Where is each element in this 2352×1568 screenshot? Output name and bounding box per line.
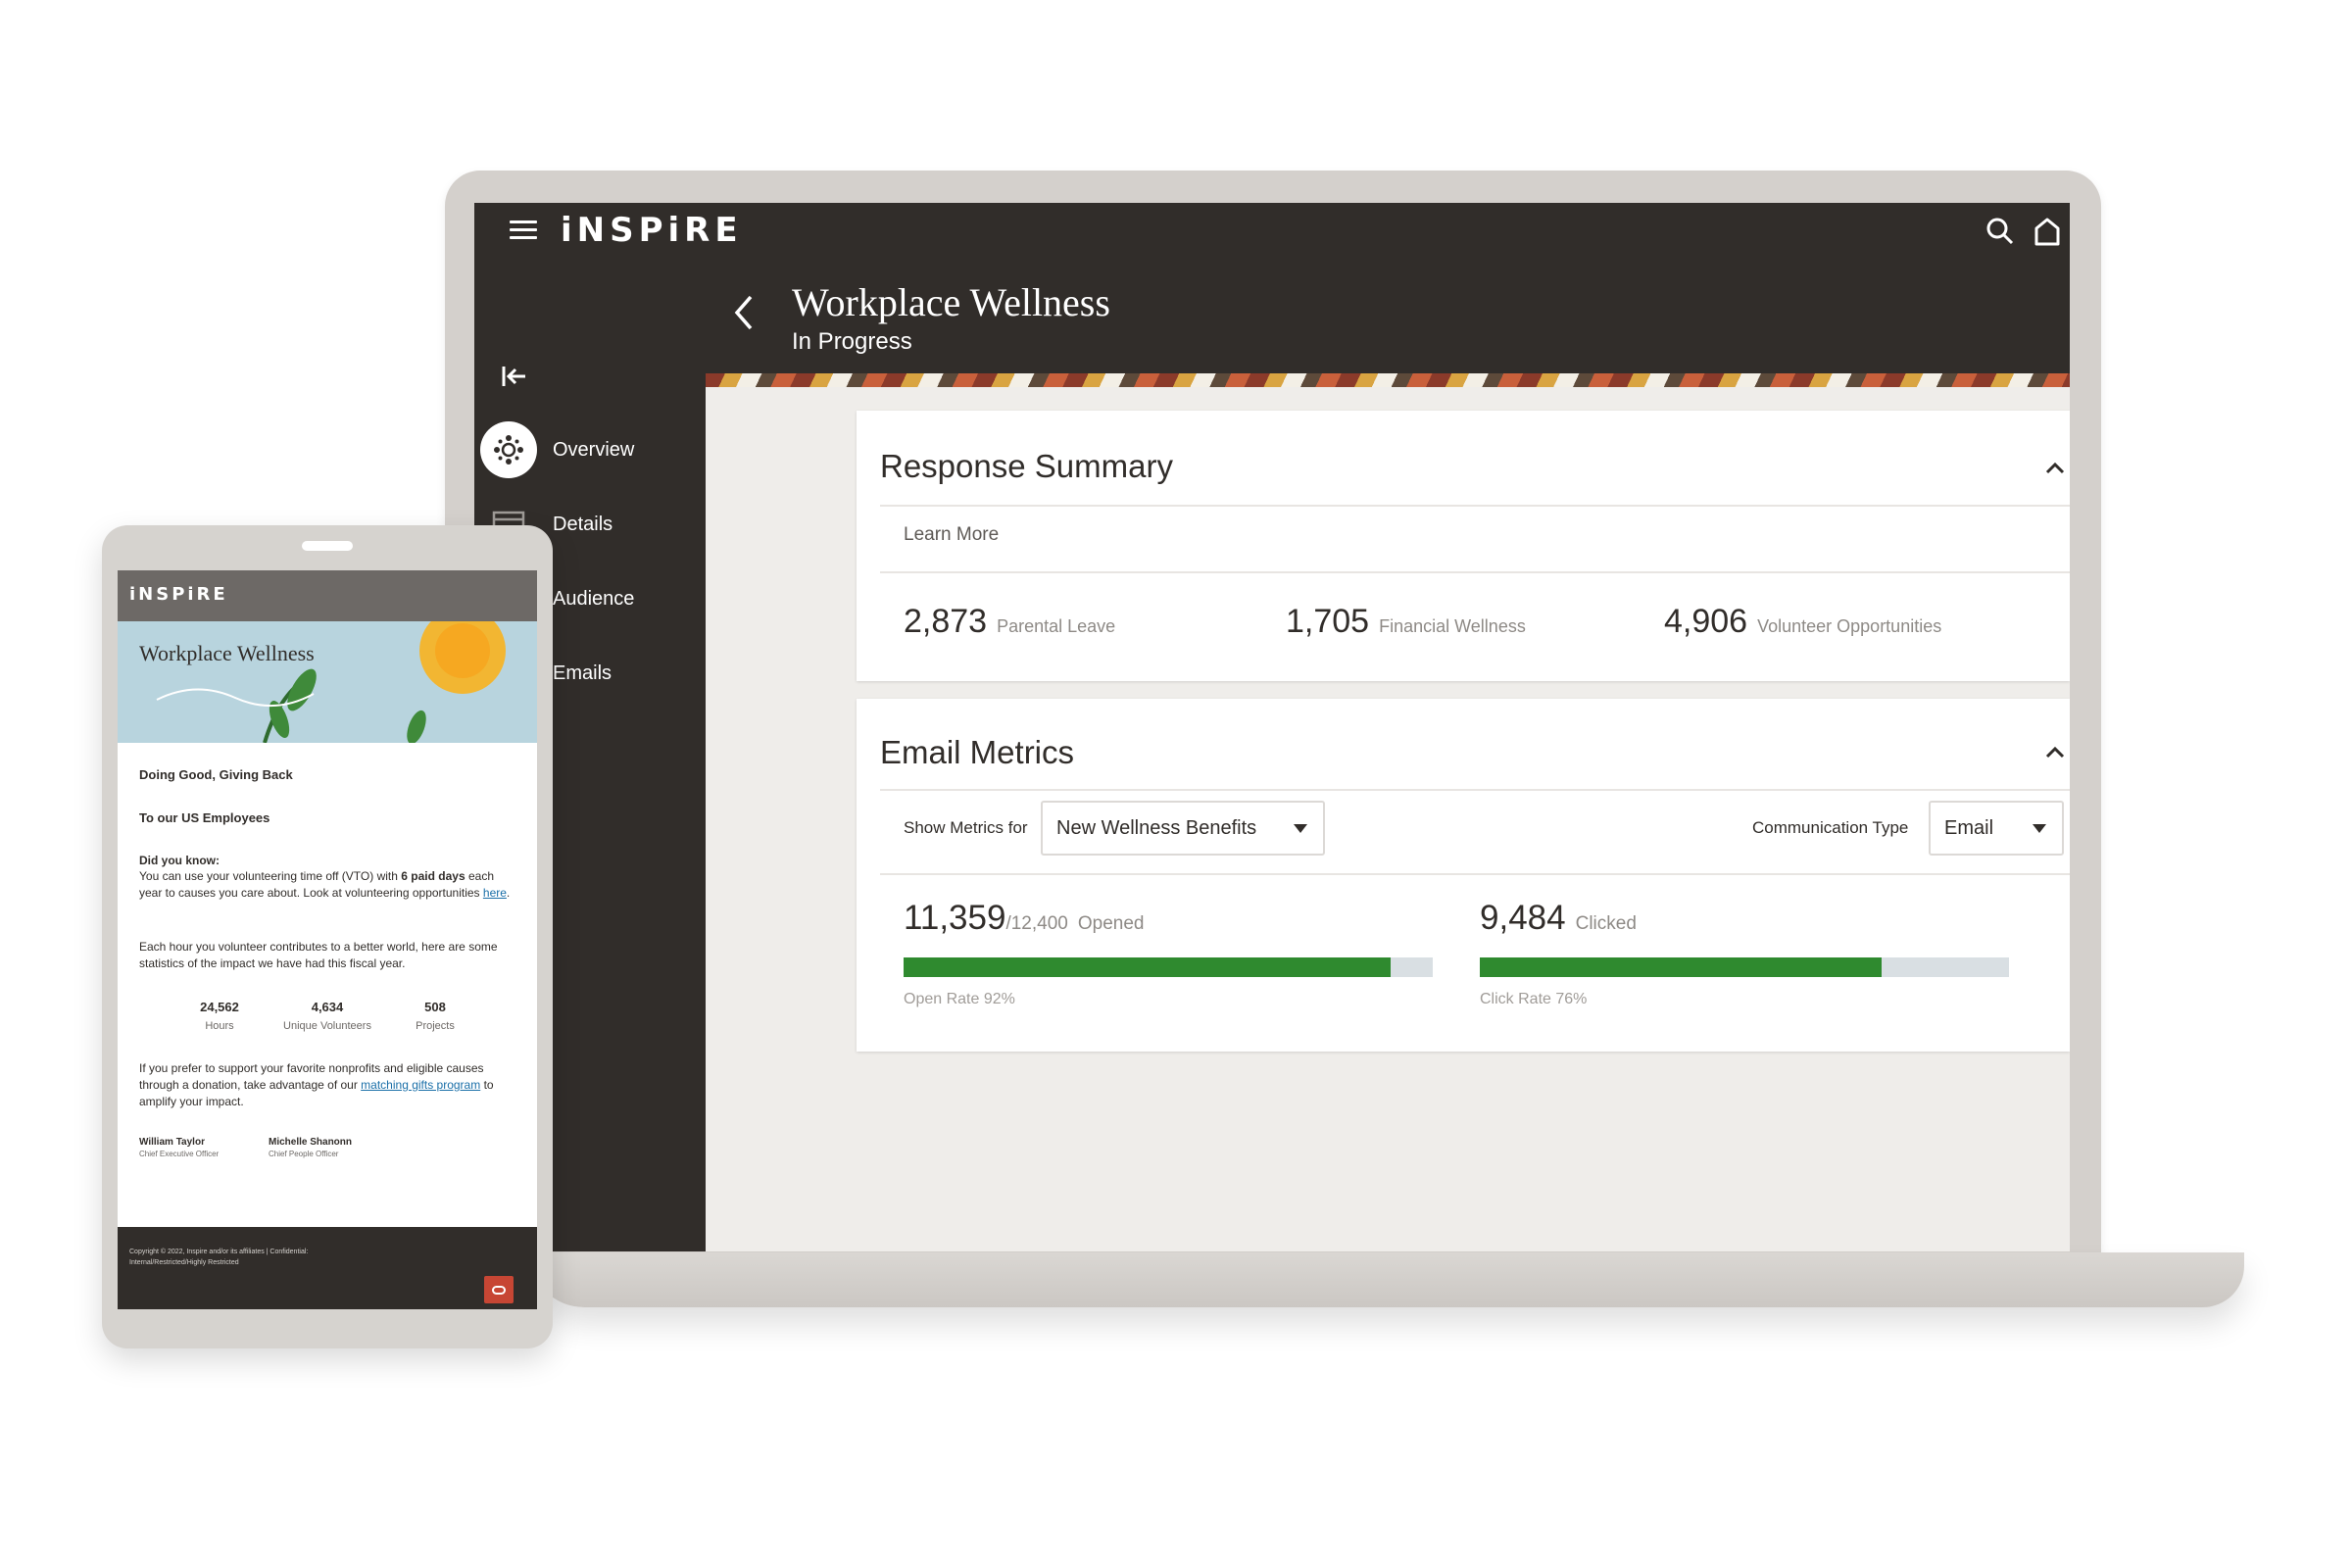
clicked-label: Clicked <box>1575 913 1637 934</box>
open-rate-text: Open Rate 92% <box>904 991 1015 1007</box>
open-rate-progress-bar <box>904 957 1433 977</box>
signer-role: Chief Executive Officer <box>139 1150 220 1158</box>
email-paragraph-vto: You can use your volunteering time off (… <box>139 868 514 902</box>
response-metric: 1,705 Financial Wellness <box>1286 603 1526 641</box>
metric-label: Volunteer Opportunities <box>1757 616 1942 636</box>
email-brand-bar: iNSPiRE <box>118 570 537 621</box>
app-screen: iNSPiRE Overview Details Audience Emails… <box>474 203 2070 1251</box>
clicked-metric: 9,484 Clicked <box>1480 899 1637 938</box>
email-paragraph-impact: Each hour you volunteer contributes to a… <box>139 940 498 970</box>
email-paragraph-donation: If you prefer to support your favorite n… <box>139 1060 514 1110</box>
clicked-value: 9,484 <box>1480 899 1566 937</box>
search-icon[interactable] <box>1984 215 2017 248</box>
footer-line: Copyright © 2022, Inspire and/or its aff… <box>129 1249 309 1255</box>
communication-type-select[interactable]: Email <box>1929 801 2064 856</box>
stat-label: Unique Volunteers <box>283 1020 371 1032</box>
metric-value: 2,873 <box>904 603 988 640</box>
top-bar: iNSPiRE <box>474 203 2070 258</box>
response-metric: 4,906 Volunteer Opportunities <box>1664 603 1941 641</box>
app-brand: iNSPiRE <box>561 211 743 250</box>
divider <box>880 789 2070 791</box>
signer-name: William Taylor <box>139 1137 205 1148</box>
email-hero-title: Workplace Wellness <box>139 641 315 665</box>
volunteering-opportunities-link[interactable]: here <box>483 886 507 900</box>
sidebar-item-label: Audience <box>553 587 635 610</box>
page-title: Workplace Wellness <box>792 280 1110 324</box>
click-rate-progress-fill <box>1480 957 1883 977</box>
impact-stat: 508 Projects <box>376 1000 494 1032</box>
page-header: Workplace Wellness In Progress <box>706 258 2070 373</box>
paragraph-text: You can use your volunteering time off (… <box>139 869 402 883</box>
collapse-sidebar-icon[interactable] <box>500 364 529 389</box>
decorative-banner-pattern <box>706 373 2070 387</box>
open-rate-progress-fill <box>904 957 1391 977</box>
caret-down-icon <box>2033 824 2046 833</box>
matching-gifts-link[interactable]: matching gifts program <box>361 1078 480 1092</box>
email-hero-image: Workplace Wellness <box>118 621 537 743</box>
divider <box>880 873 2070 875</box>
select-value: New Wellness Benefits <box>1056 816 1257 839</box>
response-summary-card: Response Summary Learn More 2,873 Parent… <box>857 411 2070 681</box>
show-metrics-for-label: Show Metrics for <box>904 818 1028 837</box>
sidebar-item-overview[interactable]: Overview <box>474 420 706 479</box>
email-metrics-title: Email Metrics <box>880 734 1075 770</box>
sidebar-item-label: Emails <box>553 662 612 684</box>
laptop-base <box>529 1252 2244 1307</box>
response-summary-title: Response Summary <box>880 448 1173 484</box>
response-metric: 2,873 Parental Leave <box>904 603 1115 641</box>
communication-type-label: Communication Type <box>1752 818 1909 837</box>
stat-label: Hours <box>205 1020 234 1032</box>
learn-more-link[interactable]: Learn More <box>904 524 999 546</box>
footer-line: Internal/Restricted/Highly Restricted <box>129 1259 239 1266</box>
stat-value: 508 <box>424 1000 446 1014</box>
brand-logo-icon <box>484 1276 514 1303</box>
metric-value: 4,906 <box>1664 603 1748 640</box>
divider <box>880 571 2070 573</box>
metric-value: 1,705 <box>1286 603 1370 640</box>
phone-frame: iNSPiRE Workplace Wellness Doing Good, G… <box>102 525 553 1348</box>
email-preview: iNSPiRE Workplace Wellness Doing Good, G… <box>118 570 537 1309</box>
divider <box>880 505 2070 507</box>
impact-stat: 4,634 Unique Volunteers <box>269 1000 386 1032</box>
click-rate-text: Click Rate 76% <box>1480 991 1588 1007</box>
opened-label: Opened <box>1077 913 1145 934</box>
stat-value: 4,634 <box>311 1000 344 1014</box>
sidebar-item-label: Overview <box>553 438 635 461</box>
back-chevron-icon[interactable] <box>729 291 759 334</box>
signer-name: Michelle Shanonn <box>269 1137 353 1148</box>
stat-label: Projects <box>416 1020 455 1032</box>
email-metrics-card: Email Metrics Show Metrics for New Welln… <box>857 699 2070 1052</box>
sun-and-leaves-illustration <box>156 621 506 743</box>
signature: Michelle Shanonn Chief People Officer <box>269 1137 352 1158</box>
paragraph-bold-text: 6 paid days <box>401 869 466 883</box>
home-icon[interactable] <box>2031 215 2064 248</box>
overview-icon <box>480 421 537 478</box>
select-value: Email <box>1944 816 1994 839</box>
email-brand: iNSPiRE <box>129 584 228 605</box>
opened-total: /12,400 <box>1005 913 1068 934</box>
caret-down-icon <box>1294 824 1307 833</box>
email-heading: Doing Good, Giving Back <box>139 767 293 782</box>
page-status: In Progress <box>792 328 912 355</box>
chevron-up-icon[interactable] <box>2044 746 2066 760</box>
email-greeting: To our US Employees <box>139 810 270 825</box>
did-you-know-label: Did you know: <box>139 854 220 867</box>
show-metrics-for-select[interactable]: New Wellness Benefits <box>1041 801 1325 856</box>
sidebar-item-label: Details <box>553 513 613 535</box>
metric-label: Financial Wellness <box>1379 616 1526 636</box>
opened-metric: 11,359 /12,400 Opened <box>904 899 1144 938</box>
email-footer: Copyright © 2022, Inspire and/or its aff… <box>118 1227 537 1309</box>
metric-label: Parental Leave <box>997 616 1116 636</box>
phone-speaker <box>302 541 353 551</box>
footer-copyright: Copyright © 2022, Inspire and/or its aff… <box>129 1247 423 1268</box>
signature: William Taylor Chief Executive Officer <box>139 1137 219 1158</box>
chevron-up-icon[interactable] <box>2044 462 2066 475</box>
impact-stat: 24,562 Hours <box>161 1000 278 1032</box>
click-rate-progress-bar <box>1480 957 2009 977</box>
stat-value: 24,562 <box>200 1000 239 1014</box>
opened-value: 11,359 <box>904 899 1006 937</box>
paragraph-text: . <box>506 886 511 900</box>
signer-role: Chief People Officer <box>269 1150 339 1158</box>
hamburger-menu-icon[interactable] <box>510 220 537 240</box>
